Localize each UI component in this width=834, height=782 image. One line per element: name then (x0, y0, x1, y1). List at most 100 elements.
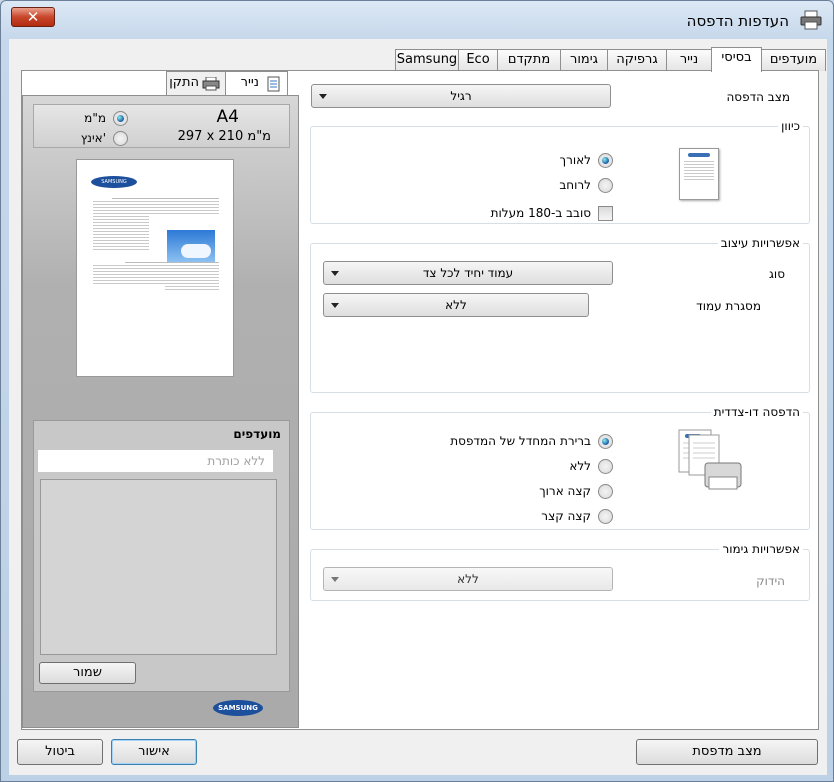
preview-tab-device-label: התקן (169, 75, 199, 90)
tab-eco-label: Eco (466, 52, 490, 67)
page-preview: SAMSUNG (76, 159, 234, 377)
layout-options-group: אפשרויות עיצוב סוג עמוד יחיד לכל צד מסגר… (310, 236, 810, 393)
orientation-landscape-radio[interactable] (598, 178, 613, 193)
unit-inch-radio[interactable] (113, 131, 128, 146)
orientation-portrait-radio[interactable] (598, 153, 613, 168)
unit-inch-label: אינץ' (80, 131, 106, 145)
orientation-group: כיוון לאורך לרוחב סובב ב-180 מעלות (310, 119, 810, 224)
print-mode-combo[interactable]: רגיל (311, 84, 611, 108)
staple-combo[interactable]: ללא (323, 567, 613, 591)
layout-type-combo[interactable]: עמוד יחיד לכל צד (323, 261, 613, 285)
dialog-client-area: מועדפים בסיסי נייר גרפיקה גימור מתקדם Ec… (9, 39, 827, 775)
print-preferences-window: ✕ העדפות הדפסה מועדפים בסיסי נייר גרפיקה… (0, 0, 834, 782)
duplex-printer-icon (678, 429, 742, 490)
printer-status-button[interactable]: מצב מדפסת (636, 739, 818, 765)
duplex-long-edge-label: קצה ארוך (539, 484, 591, 498)
close-button[interactable]: ✕ (11, 7, 55, 27)
duplex-default-radio[interactable] (598, 434, 613, 449)
duplex-default-option[interactable]: ברירת המחדל של המדפסת (411, 433, 613, 451)
duplex-long-edge-radio[interactable] (598, 484, 613, 499)
orientation-landscape-option[interactable]: לרוחב (511, 177, 613, 195)
duplex-short-edge-radio[interactable] (598, 509, 613, 524)
tab-favorites[interactable]: מועדפים (761, 49, 826, 71)
paper-size-box: A4 297 x 210 מ"מ מ"מ אינץ' (33, 104, 290, 148)
finishing-group: אפשרויות גימור הידוק ללא (310, 542, 810, 601)
tab-favorites-label: מועדפים (769, 52, 818, 67)
tab-eco[interactable]: Eco (458, 49, 498, 71)
favorites-box: מועדפים ללא כותרת שמור (33, 420, 290, 692)
tab-advanced-label: מתקדם (507, 52, 551, 67)
tab-advanced[interactable]: מתקדם (497, 49, 561, 71)
duplex-short-edge-option[interactable]: קצה קצר (511, 508, 613, 526)
duplex-long-edge-option[interactable]: קצה ארוך (511, 483, 613, 501)
tab-finishing[interactable]: גימור (560, 49, 608, 71)
unit-mm-option[interactable]: מ"מ (78, 110, 128, 128)
duplex-title: הדפסה דו-צדדית (710, 405, 803, 419)
tab-samsung-label: Samsung (396, 52, 458, 67)
page-icon (267, 76, 280, 92)
tab-paper-label: נייר (679, 52, 699, 67)
page-border-value: ללא (445, 298, 467, 312)
layout-type-label: סוג (768, 267, 785, 281)
orientation-title: כיוון (778, 119, 803, 133)
layout-type-value: עמוד יחיד לכל צד (422, 266, 514, 280)
preview-tab-paper-label: נייר (240, 75, 259, 90)
samsung-logo: SAMSUNG (213, 700, 263, 716)
chevron-down-icon (331, 271, 339, 276)
doc-logo: SAMSUNG (91, 176, 137, 188)
tab-basic-label: בסיסי (721, 50, 752, 65)
rotate-180-label: סובב ב-180 מעלות (490, 206, 591, 220)
print-mode-label: מצב הדפסה (726, 90, 790, 104)
staple-label: הידוק (756, 574, 785, 588)
print-mode-value: רגיל (450, 89, 472, 103)
device-printer-icon (202, 77, 220, 91)
tab-finishing-label: גימור (570, 52, 598, 67)
paper-dimensions: 297 x 210 מ"מ (177, 129, 271, 144)
title-bar[interactable]: ✕ העדפות הדפסה (1, 1, 833, 39)
duplex-group: הדפסה דו-צדדית ברירת המחדל של המדפסת ללא… (310, 405, 810, 530)
duplex-default-label: ברירת המחדל של המדפסת (450, 434, 591, 448)
preview-tab-paper[interactable]: נייר (224, 71, 288, 95)
favorites-list[interactable] (40, 479, 277, 655)
layout-options-title: אפשרויות עיצוב (717, 236, 803, 250)
duplex-none-radio[interactable] (598, 459, 613, 474)
chevron-down-icon (319, 94, 327, 99)
duplex-none-label: ללא (569, 459, 591, 473)
preview-tab-strip: נייר התקן (22, 71, 299, 95)
orientation-portrait-option[interactable]: לאורך (511, 152, 613, 170)
paper-name: A4 (216, 107, 239, 127)
tab-paper[interactable]: נייר (666, 49, 712, 71)
rotate-180-checkbox[interactable] (598, 206, 613, 221)
unit-mm-label: מ"מ (84, 111, 106, 125)
preview-pane: נייר התקן A4 297 x 210 מ"מ מ"מ אינץ' SAM… (22, 71, 299, 731)
window-title: העדפות הדפסה (686, 12, 789, 30)
favorites-name-input[interactable]: ללא כותרת (37, 449, 274, 473)
tab-samsung[interactable]: Samsung (395, 49, 459, 71)
staple-value: ללא (457, 572, 479, 586)
chevron-down-icon (331, 303, 339, 308)
page-border-label: מסגרת עמוד (696, 299, 761, 313)
ok-button[interactable]: אישור (111, 739, 197, 765)
tab-graphics-label: גרפיקה (616, 52, 658, 67)
close-icon: ✕ (26, 8, 40, 26)
orientation-landscape-label: לרוחב (559, 178, 591, 192)
favorites-title: מועדפים (233, 427, 281, 441)
doc-sky-image (167, 230, 215, 262)
page-border-combo[interactable]: ללא (323, 293, 589, 317)
duplex-none-option[interactable]: ללא (511, 458, 613, 476)
orientation-preview-icon (679, 148, 719, 200)
rotate-180-option[interactable]: סובב ב-180 מעלות (461, 205, 613, 223)
preview-tab-device[interactable]: התקן (166, 71, 226, 95)
unit-mm-radio[interactable] (113, 111, 128, 126)
chevron-down-icon (331, 577, 339, 582)
unit-inch-option[interactable]: אינץ' (78, 130, 128, 148)
cancel-button[interactable]: ביטול (17, 739, 103, 765)
duplex-short-edge-label: קצה קצר (541, 509, 591, 523)
orientation-portrait-label: לאורך (559, 153, 591, 167)
tab-graphics[interactable]: גרפיקה (607, 49, 667, 71)
tab-content-basic: נייר התקן A4 297 x 210 מ"מ מ"מ אינץ' SAM… (21, 70, 819, 730)
finishing-title: אפשרויות גימור (719, 542, 803, 556)
tab-basic[interactable]: בסיסי (711, 47, 762, 72)
preview-body: A4 297 x 210 מ"מ מ"מ אינץ' SAMSUNG מועדפ… (22, 95, 299, 728)
save-favorite-button[interactable]: שמור (39, 662, 136, 684)
